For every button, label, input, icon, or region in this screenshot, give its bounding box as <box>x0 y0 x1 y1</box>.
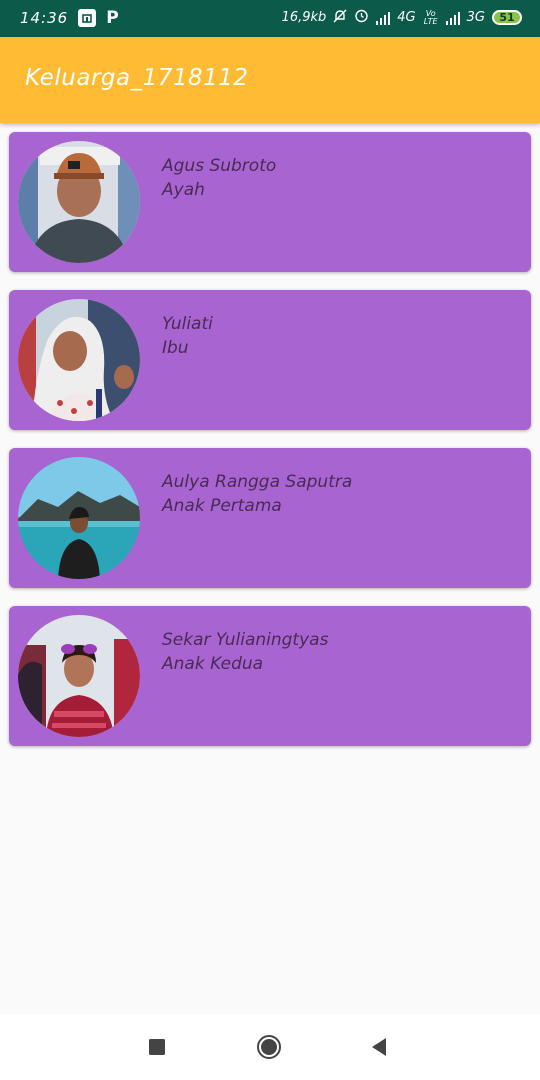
avatar-sekar-yulianingtyas <box>18 615 140 737</box>
family-card-ayah[interactable]: Agus Subroto Ayah <box>9 132 531 272</box>
home-icon[interactable] <box>256 1034 282 1060</box>
member-role: Ibu <box>162 338 189 358</box>
network-type-2: 3G <box>466 10 485 25</box>
mute-bell-icon <box>333 9 347 27</box>
app-title: Keluarga_1718112 <box>25 65 249 91</box>
family-card-anak-kedua[interactable]: Sekar Yulianingtyas Anak Kedua <box>9 606 531 746</box>
status-time: 14:36 <box>20 9 69 27</box>
avatar-aulya-rangga-saputra <box>18 457 140 579</box>
signal-strength-icon-2 <box>445 11 460 25</box>
avatar-agus-subroto <box>18 141 140 263</box>
member-role: Ayah <box>162 180 205 200</box>
app-bar: Keluarga_1718112 <box>0 37 540 123</box>
member-name: Agus Subroto <box>162 156 277 176</box>
p-icon: P <box>106 8 119 28</box>
data-speed: 16,9kb <box>281 10 327 25</box>
avatar-yuliati <box>18 299 140 421</box>
member-role: Anak Pertama <box>162 496 282 516</box>
alarm-clock-icon <box>354 8 369 27</box>
status-bar: 14:36 P 16,9kb 4G Vo LTE 3G 51 <box>0 0 540 37</box>
member-name: Sekar Yulianingtyas <box>162 630 329 650</box>
battery-level: 51 <box>499 11 515 24</box>
family-card-ibu[interactable]: Yuliati Ibu <box>9 290 531 430</box>
volte-indicator: Vo LTE <box>423 8 438 26</box>
signal-strength-icon <box>376 11 391 25</box>
member-role: Anak Kedua <box>162 654 264 674</box>
recent-apps-icon[interactable] <box>144 1034 170 1060</box>
member-name: Yuliati <box>162 314 213 334</box>
member-name: Aulya Rangga Saputra <box>162 472 353 492</box>
navigation-bar <box>0 1014 540 1080</box>
battery-icon: 51 <box>492 10 522 25</box>
network-type-1: 4G <box>397 10 416 25</box>
mi-icon <box>78 9 97 27</box>
back-icon[interactable] <box>366 1034 392 1060</box>
family-card-anak-pertama[interactable]: Aulya Rangga Saputra Anak Pertama <box>9 448 531 588</box>
family-list[interactable]: Agus Subroto Ayah Yuliati Ibu Aulya Rang… <box>9 132 531 764</box>
